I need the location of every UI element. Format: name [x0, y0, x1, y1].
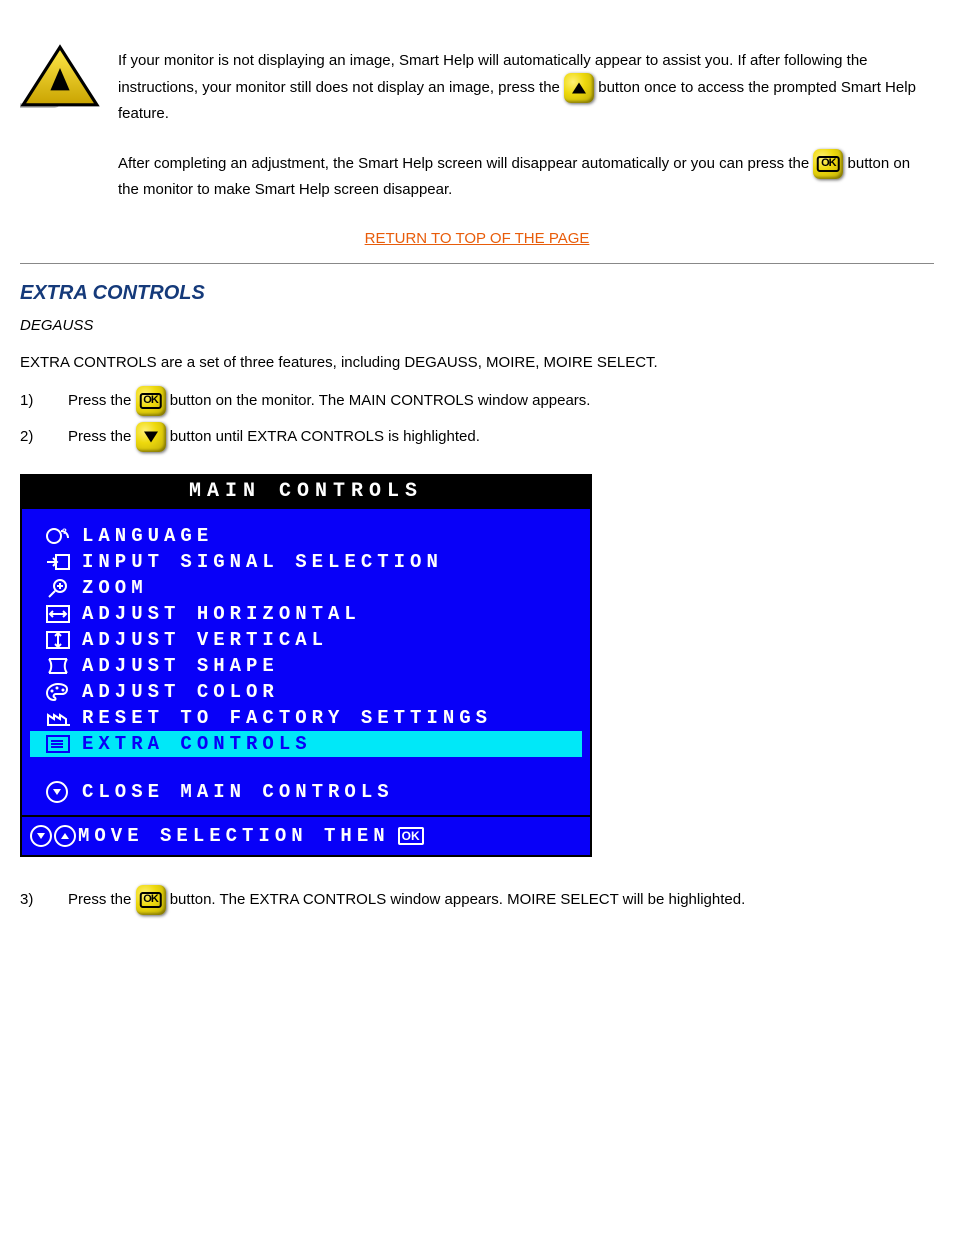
step-number: 1)	[20, 389, 68, 413]
osd-item-label: ZOOM	[82, 577, 148, 599]
step-number: 3)	[20, 888, 68, 912]
osd-footer-text: MOVE SELECTION THEN	[78, 825, 390, 847]
step-number: 2)	[20, 425, 68, 449]
osd-item-label: ADJUST VERTICAL	[82, 629, 328, 651]
osd-item-label: EXTRA CONTROLS	[82, 733, 312, 755]
osd-item-adjust-shape: ADJUST SHAPE	[30, 653, 582, 679]
osd-item-label: LANGUAGE	[82, 525, 213, 547]
osd-item-label: RESET TO FACTORY SETTINGS	[82, 707, 492, 729]
vertical-icon	[34, 629, 82, 651]
osd-item-zoom: ZOOM	[30, 575, 582, 601]
factory-icon	[34, 707, 82, 729]
osd-item-adjust-vertical: ADJUST VERTICAL	[30, 627, 582, 653]
osd-item-adjust-color: ADJUST COLOR	[30, 679, 582, 705]
osd-item-label: ADJUST COLOR	[82, 681, 279, 703]
return-to-top-link[interactable]: RETURN TO TOP OF THE PAGE	[365, 230, 590, 247]
step-text: Press the OK button. The EXTRA CONTROLS …	[68, 885, 934, 915]
ok-button-icon: OK	[136, 885, 166, 915]
up-down-arrows-icon	[30, 825, 78, 847]
osd-item-adjust-horizontal: ADJUST HORIZONTAL	[30, 601, 582, 627]
osd-item-label: INPUT SIGNAL SELECTION	[82, 551, 443, 573]
ok-button-icon: OK	[136, 386, 166, 416]
down-arrow-circle-icon	[34, 781, 82, 803]
extra-controls-intro: EXTRA CONTROLS are a set of three featur…	[20, 354, 934, 371]
step-text: Press the button until EXTRA CONTROLS is…	[68, 422, 934, 452]
osd-item-reset-factory: RESET TO FACTORY SETTINGS	[30, 705, 582, 731]
input-signal-icon	[34, 551, 82, 573]
up-button-icon	[564, 73, 594, 103]
ok-button-icon: OK	[813, 149, 843, 179]
svg-text:?: ?	[62, 528, 72, 537]
osd-item-language: ? LANGUAGE	[30, 523, 582, 549]
section-divider	[20, 263, 934, 264]
osd-title: MAIN CONTROLS	[22, 476, 590, 509]
osd-item-label: ADJUST SHAPE	[82, 655, 279, 677]
extra-controls-icon	[34, 733, 82, 755]
shape-icon	[34, 655, 82, 677]
zoom-icon	[34, 577, 82, 599]
warning-triangle-icon	[20, 44, 100, 112]
color-icon	[34, 681, 82, 703]
osd-item-label: ADJUST HORIZONTAL	[82, 603, 361, 625]
osd-main-controls-screen: MAIN CONTROLS ? LANGUAGE INPUT SIGNAL SE…	[20, 474, 592, 857]
down-button-icon	[136, 422, 166, 452]
smart-help-note: If your monitor is not displaying an ima…	[118, 44, 934, 202]
osd-item-label: CLOSE MAIN CONTROLS	[82, 781, 394, 803]
step-text: Press the OK button on the monitor. The …	[68, 386, 934, 416]
ok-indicator-icon: OK	[398, 827, 424, 845]
horizontal-icon	[34, 603, 82, 625]
language-icon: ?	[34, 525, 82, 547]
osd-close-main-controls: CLOSE MAIN CONTROLS	[30, 779, 582, 805]
osd-footer-hint: MOVE SELECTION THEN OK	[22, 815, 590, 855]
osd-item-extra-controls: EXTRA CONTROLS	[30, 731, 582, 757]
section-heading-extra-controls: EXTRA CONTROLS	[20, 282, 934, 305]
osd-item-input-signal: INPUT SIGNAL SELECTION	[30, 549, 582, 575]
subsection-heading-degauss: DEGAUSS	[20, 317, 934, 334]
